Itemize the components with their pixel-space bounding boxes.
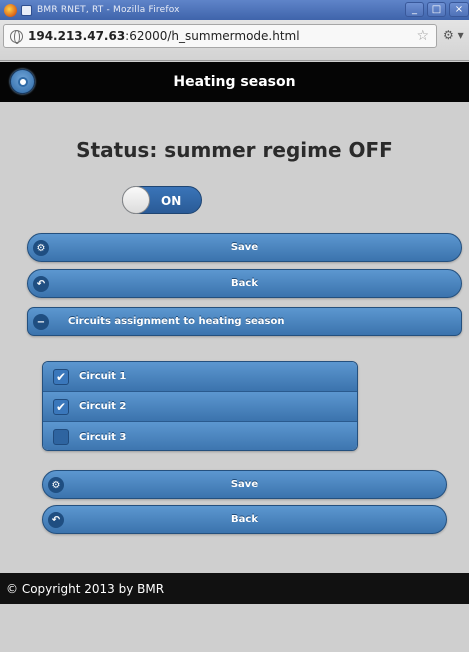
home-icon[interactable] — [10, 69, 35, 94]
bottom-back-label: Back — [231, 514, 258, 525]
circuit-2-label: Circuit 2 — [79, 401, 127, 412]
firefox-logo-icon — [4, 3, 17, 17]
status-text: Status: summer regime OFF — [76, 138, 393, 162]
checkbox-checked-icon[interactable]: ✔ — [53, 368, 69, 385]
window-titlebar: BMR RNET, RT - Mozilla Firefox _ □ × — [0, 0, 469, 20]
summer-mode-toggle[interactable]: ON — [122, 186, 202, 214]
gear-icon: ⚙ — [48, 477, 64, 493]
save-button[interactable]: ⚙ Save — [27, 233, 462, 262]
back-button[interactable]: ↶ Back — [27, 269, 462, 298]
url-text[interactable]: 194.213.47.63:62000/h_summermode.html — [28, 29, 300, 43]
page-footer: © Copyright 2013 by BMR — [0, 573, 469, 604]
tools-icon[interactable]: ⚙ ▾ — [443, 28, 464, 42]
bottom-save-label: Save — [230, 479, 259, 490]
circuit-3-label: Circuit 3 — [79, 431, 127, 443]
window-menu-icon[interactable] — [21, 4, 32, 16]
bookmark-star-icon[interactable]: ☆ — [416, 28, 429, 44]
toggle-label: ON — [161, 194, 182, 208]
gear-icon: ⚙ — [33, 240, 49, 256]
save-button-label: Save — [230, 242, 259, 253]
circuit-1-checkbox[interactable]: ✔ Circuit 1 — [43, 362, 357, 392]
collapsible-title: Circuits assignment to heating season — [68, 316, 285, 327]
bottom-back-button[interactable]: ↶ Back — [42, 505, 447, 534]
minimize-button[interactable]: _ — [405, 2, 424, 17]
page-title: Heating season — [173, 74, 296, 90]
back-arrow-icon: ↶ — [33, 276, 49, 292]
checkbox-checked-icon[interactable]: ✔ — [53, 398, 69, 415]
toggle-knob[interactable] — [122, 186, 150, 214]
checkbox-unchecked-icon[interactable] — [53, 429, 69, 445]
back-arrow-icon: ↶ — [48, 512, 64, 528]
circuits-checkbox-group: ✔ Circuit 1 ✔ Circuit 2 Circuit 3 — [42, 361, 358, 451]
site-identity-icon[interactable] — [10, 29, 23, 44]
page-header: Heating season — [0, 62, 469, 102]
circuit-3-checkbox[interactable]: Circuit 3 — [43, 422, 357, 450]
maximize-button[interactable]: □ — [427, 2, 446, 17]
circuits-collapsible-header[interactable]: − Circuits assignment to heating season — [27, 307, 462, 336]
url-bar[interactable]: 194.213.47.63:62000/h_summermode.html ☆ — [3, 24, 437, 48]
circuit-2-checkbox[interactable]: ✔ Circuit 2 — [43, 392, 357, 422]
collapse-minus-icon: − — [33, 314, 49, 330]
navigation-toolbar: 194.213.47.63:62000/h_summermode.html ☆ … — [0, 20, 469, 61]
bottom-save-button[interactable]: ⚙ Save — [42, 470, 447, 499]
close-button[interactable]: × — [449, 2, 469, 17]
circuit-1-label: Circuit 1 — [79, 371, 127, 382]
window-title: BMR RNET, RT - Mozilla Firefox — [37, 5, 180, 15]
back-button-label: Back — [231, 278, 258, 289]
